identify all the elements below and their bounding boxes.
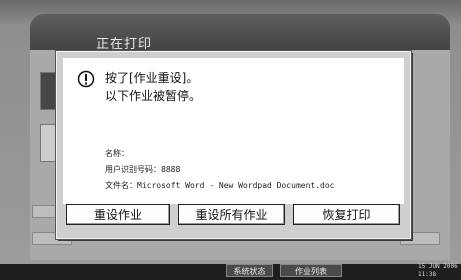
- date: 15 JUN 2006: [418, 263, 458, 270]
- job-name-label: 名称：: [105, 149, 129, 158]
- reset-job-button[interactable]: 重设作业: [66, 204, 170, 225]
- user-code: 用户识别号码：8888: [105, 165, 181, 174]
- message-line-1: 按了[作业重设]。: [105, 71, 199, 85]
- reset-all-jobs-button[interactable]: 重设所有作业: [178, 204, 285, 225]
- time: 11:38: [418, 271, 437, 278]
- alert-icon: [77, 70, 95, 88]
- file-name: 文件名：Microsoft Word - New Wordpad Documen…: [105, 181, 335, 190]
- job-list-button[interactable]: 作业列表: [280, 264, 342, 277]
- datetime-display: 15 JUN 2006 11:38: [418, 263, 458, 279]
- system-status-button[interactable]: 系统状态: [226, 264, 273, 277]
- message-line-2: 以下作业被暂停。: [105, 89, 202, 103]
- dialog-content: 按了[作业重设]。 以下作业被暂停。 名称： 用户识别号码：8888 文件名：M…: [63, 58, 404, 204]
- resume-printing-button[interactable]: 恢复打印: [293, 204, 400, 225]
- title-bar: [30, 14, 450, 50]
- dialog-message: 按了[作业重设]。 以下作业被暂停。: [105, 69, 201, 105]
- job-reset-dialog: 按了[作业重设]。 以下作业被暂停。 名称： 用户识别号码：8888 文件名：M…: [55, 50, 412, 240]
